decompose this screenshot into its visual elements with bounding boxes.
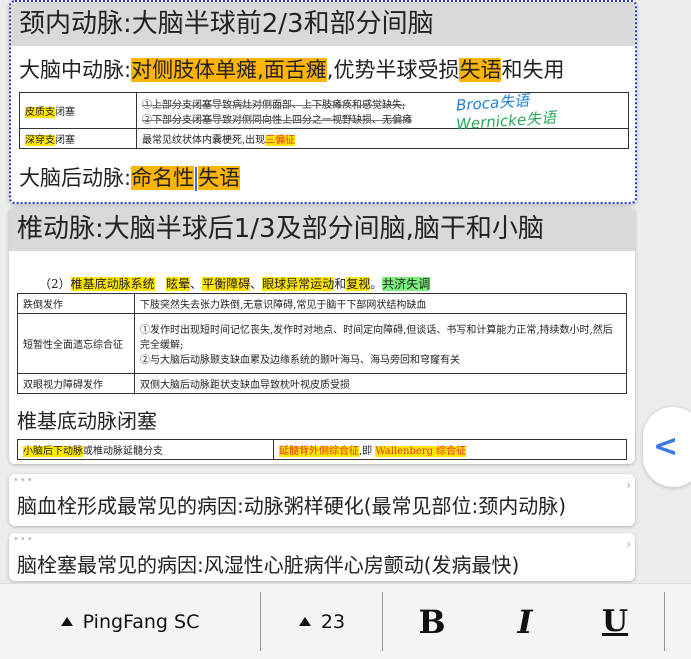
font-size-selector[interactable]: 23 — [262, 584, 382, 659]
chevron-left-icon[interactable]: < — [653, 429, 678, 464]
toolbar-divider — [260, 592, 261, 651]
table-cell-label: 皮质支闭塞 — [19, 92, 137, 129]
card-header: 颈内动脉:大脑半球前2/3和部分间脑 — [11, 2, 635, 46]
vertebrobasilar-subtitle: （2）椎基底动脉系统 眩晕、平衡障碍、眼球异常运动和复视。共济失调 — [39, 277, 431, 291]
basilar-table: 小脑后下动脉或椎动脉延髓分支 延髓背外侧综合征,即 Wallenberg 综合征 — [17, 439, 627, 460]
card-text: 脑栓塞最常见的病因:风湿性心脏病伴心房颤动(发病最快) — [17, 553, 520, 577]
note-card-vertebral[interactable]: 椎动脉:大脑半球后1/3及部分间脑,脑干和小脑 （2）椎基底动脉系统 眩晕、平衡… — [9, 207, 635, 464]
caret-up-icon — [298, 617, 311, 626]
toolbar-divider — [382, 592, 383, 651]
table-cell-content: 下肢突然失去张力跌倒,无意识障碍,常见于脑干下部网状结构缺血 — [134, 293, 627, 314]
mca-highlight-2: 失语 — [459, 58, 502, 82]
table-cell-label: 小脑后下动脉或椎动脉延髓分支 — [17, 439, 274, 460]
table-cell-label: 双眼视力障碍发作 — [17, 373, 135, 394]
drag-dots-icon[interactable]: ••• — [13, 534, 34, 545]
mca-line[interactable]: 大脑中动脉:对侧肢体单瘫,面舌瘫,优势半球受损失语和失用 — [19, 54, 564, 84]
vertebrobasilar-table: 跌倒发作 下肢突然失去张力跌倒,无意识障碍,常见于脑干下部网状结构缺血 短暂性全… — [17, 293, 627, 394]
pca-prefix: 大脑后动脉: — [19, 166, 132, 190]
mca-suffix: 和失用 — [501, 58, 565, 82]
card-header: 椎动脉:大脑半球后1/3及部分间脑,脑干和小脑 — [9, 207, 635, 251]
table-cell-label: 短暂性全面遗忘综合征 — [17, 313, 135, 374]
table-cell-content: 延髓背外侧综合征,即 Wallenberg 综合征 — [273, 439, 627, 460]
pca-highlight-b: 失语 — [198, 166, 241, 190]
table-cell-label: 跌倒发作 — [17, 293, 135, 314]
font-family-selector[interactable]: PingFang SC — [0, 584, 260, 659]
mca-highlight-1: 对侧肢体单瘫,面舌瘫 — [131, 58, 327, 82]
pca-line[interactable]: 大脑后动脉:命名性 失语 — [19, 162, 241, 192]
caret-up-icon — [60, 617, 73, 626]
table-cell-content: ①发作时出现短时间记忆丧失,发作时对地点、时间定向障碍,但谈话、书写和计算能力正… — [134, 313, 627, 374]
mca-mid: ,优势半球受损 — [326, 58, 460, 82]
drag-dots-icon[interactable]: ••• — [13, 475, 34, 486]
side-panel-handle[interactable]: < — [643, 407, 691, 487]
chevron-right-icon[interactable]: › — [626, 478, 631, 492]
pca-highlight-a: 命名性 — [131, 166, 195, 190]
note-card-internal-carotid[interactable]: 颈内动脉:大脑半球前2/3和部分间脑 大脑中动脉:对侧肢体单瘫,面舌瘫,优势半球… — [9, 0, 637, 204]
italic-button[interactable]: I — [480, 584, 570, 659]
table-cell-content: 双侧大脑后动脉距状支缺血导致枕叶视皮质受损 — [134, 373, 627, 394]
toolbar-divider — [664, 592, 665, 651]
table-cell-content: 最常见纹状体内囊梗死,出现三偏征 — [136, 128, 629, 149]
card-text: 脑血栓形成最常见的病因:动脉粥样硬化(最常见部位:颈内动脉) — [17, 494, 567, 518]
mca-prefix: 大脑中动脉: — [19, 58, 132, 82]
note-card-embolism[interactable]: ••• › 脑栓塞最常见的病因:风湿性心脏病伴心房颤动(发病最快) — [9, 533, 635, 581]
underline-button[interactable]: U — [570, 584, 660, 659]
basilar-occlusion-line[interactable]: 椎基底动脉闭塞 — [17, 405, 157, 434]
note-card-thrombosis[interactable]: ••• › 脑血栓形成最常见的病因:动脉粥样硬化(最常见部位:颈内动脉) — [9, 474, 635, 526]
table-cell-label: 深穿支闭塞 — [19, 128, 137, 149]
font-size-label: 23 — [320, 610, 346, 633]
text-cursor — [195, 167, 198, 191]
font-family-label: PingFang SC — [82, 610, 200, 633]
format-toolbar: PingFang SC 23 B I U — [0, 583, 691, 659]
bold-button[interactable]: B — [384, 584, 480, 659]
chevron-right-icon[interactable]: › — [626, 537, 631, 551]
